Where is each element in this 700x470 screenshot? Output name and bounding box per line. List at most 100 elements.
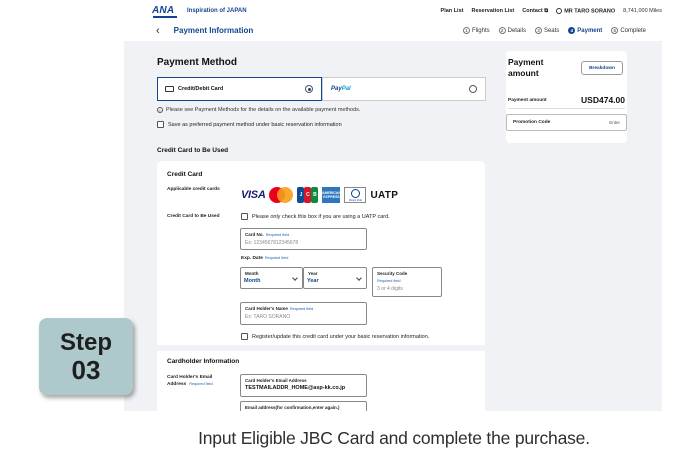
card-number-label: Card No. Required field <box>245 232 289 237</box>
step-label: Details <box>507 27 526 34</box>
step-badge-word: Step <box>59 328 112 356</box>
uatp-logo: UATP <box>370 189 399 201</box>
user-icon <box>556 7 563 14</box>
security-code-label: Security Code <box>377 271 408 276</box>
cardholder-email-field[interactable]: Card Holder's Email Address TESTMAILADDR… <box>240 374 367 397</box>
security-code-field[interactable]: Security Code Required field 3 or 4 digi… <box>372 267 442 297</box>
payment-amount-title: Payment amount <box>508 57 544 78</box>
register-card-checkbox[interactable] <box>241 333 248 340</box>
promotion-code-label: Promotion Code <box>513 120 551 125</box>
payment-amount-label: Payment amount <box>508 97 547 103</box>
chevron-down-icon <box>356 275 362 281</box>
save-preferred-row: Save as preferred payment method under b… <box>157 121 342 128</box>
visa-logo: VISA <box>241 189 266 201</box>
ana-logo[interactable]: ANA <box>152 5 177 18</box>
step-label: Complete <box>620 27 646 34</box>
card-number-placeholder: Ex: 1234567812345678 <box>245 240 299 246</box>
jcb-logo: J C B <box>297 187 319 203</box>
section-divider <box>157 345 485 351</box>
step-payment: 4 Payment <box>568 27 602 34</box>
step-number: 3 <box>534 27 542 34</box>
breakdown-button[interactable]: Breakdown <box>581 61 623 75</box>
card-holder-name-placeholder: Ex: TARO SORANO <box>245 314 291 320</box>
credit-card-heading: Credit Card <box>167 171 203 178</box>
save-preferred-label: Save as preferred payment method under b… <box>168 121 342 128</box>
step-complete: 5 Complete <box>611 27 646 34</box>
step-label: Seats <box>543 27 560 34</box>
cardholder-email-label-line1: Card Holder's Email <box>167 375 213 380</box>
info-icon: i <box>157 107 163 113</box>
year-select[interactable]: Year Year <box>303 267 367 289</box>
jcb-letter-j: J <box>297 187 305 203</box>
card-holder-name-field[interactable]: Card Holder's Name Required field Ex: TAR… <box>240 302 367 325</box>
jcb-letter-b: B <box>311 187 319 203</box>
exp-date-label-text: Exp. Date <box>241 256 263 261</box>
page-header: ‹ Payment Information 1 Flights 2 Details … <box>124 20 662 41</box>
required-marker: Required field <box>377 279 401 283</box>
logo-text: ANA <box>152 4 175 16</box>
month-select[interactable]: Month Month <box>240 267 303 289</box>
amex-logo: AMERICAN EXPRESS <box>322 187 341 203</box>
cardholder-email-value: TESTMAILADDR_HOME@asp-kk.co.jp <box>245 385 346 391</box>
mastercard-logo <box>269 187 294 203</box>
contact-link[interactable]: Contact ⧉ <box>522 8 548 15</box>
user-menu[interactable]: MR TARO SORANO <box>556 7 615 14</box>
summary-divider <box>508 108 625 109</box>
cardholder-email-label-line2: Address Required field <box>167 381 213 388</box>
step-number: 2 <box>498 27 506 34</box>
paypal-logo: PayPal <box>331 86 351 92</box>
reservation-list-link[interactable]: Reservation List <box>471 8 514 14</box>
payment-methods-info: i Please see Payment Methods for the det… <box>157 107 360 113</box>
required-marker: Required field <box>265 233 290 237</box>
cardholder-email-field-label: Card Holder's Email Address <box>245 378 307 383</box>
top-links: Plan List Reservation List Contact ⧉ MR … <box>441 8 662 15</box>
credit-card-icon <box>165 86 174 92</box>
payment-methods-info-text[interactable]: Please see Payment Methods for the detai… <box>166 107 360 113</box>
step-number: 1 <box>462 27 470 34</box>
diners-club-logo: Diners Club <box>344 187 367 203</box>
uatp-checkbox[interactable] <box>241 213 248 220</box>
applicable-cards-label: Applicable credit cards <box>167 187 220 192</box>
paypal-radio[interactable] <box>469 85 477 93</box>
paypal-option[interactable]: PayPal <box>322 77 486 101</box>
plan-list-link[interactable]: Plan List <box>441 8 464 14</box>
step-badge: Step 03 <box>39 318 133 395</box>
jcb-letter-c: C <box>304 187 312 203</box>
confirm-email-label: Email address(for confirmation,enter aga… <box>245 405 340 410</box>
chevron-down-icon <box>292 275 298 281</box>
credit-card-option-label: Credit/Debit Card <box>178 86 224 92</box>
diners-text: Diners Club <box>348 198 363 202</box>
register-card-label: Register/update this credit card under y… <box>252 333 430 340</box>
credit-card-radio[interactable] <box>305 85 313 93</box>
back-chevron-icon[interactable]: ‹ <box>156 25 160 37</box>
save-preferred-checkbox[interactable] <box>157 121 164 128</box>
top-header: ANA Inspiration of JAPAN Plan List Reser… <box>152 4 662 18</box>
contact-label: Contact <box>522 7 543 14</box>
cardholder-info-heading: Cardholder Information <box>167 358 240 365</box>
card-number-field[interactable]: Card No. Required field Ex: 1234567812345… <box>240 228 367 250</box>
required-marker: Required field <box>264 256 289 260</box>
step-number: 5 <box>611 27 619 34</box>
paypal-logo-pay: Pay <box>331 86 342 92</box>
progress-steps: 1 Flights 2 Details 3 Seats 4 Payment 5 Compl… <box>462 27 646 34</box>
card-number-label-text: Card No. <box>245 232 264 237</box>
uatp-check-row: Please only check this box if you are us… <box>241 213 390 220</box>
month-label: Month <box>245 271 259 276</box>
promotion-code-row[interactable]: Promotion Code Enter <box>506 114 627 131</box>
promotion-code-enter[interactable]: Enter <box>609 120 620 125</box>
step-label: Flights <box>471 27 490 34</box>
credit-card-panel: Credit Card Applicable credit cards VISA… <box>157 161 485 411</box>
tutorial-caption: Input Eligible JBC Card and complete the… <box>0 428 700 449</box>
exp-date-label: Exp. Date Required field <box>241 256 288 261</box>
diners-ring <box>350 188 360 198</box>
cardholder-email-label: Card Holder's Email Address Required fiel… <box>167 374 213 388</box>
external-link-icon: ⧉ <box>544 7 549 14</box>
required-marker: Required field <box>289 307 314 311</box>
card-holder-name-label-text: Card Holder's Name <box>245 306 288 311</box>
credit-card-option[interactable]: Credit/Debit Card <box>157 77 322 101</box>
caption-text: Input Eligible JBC Card and complete the… <box>198 428 590 448</box>
step-details: 2 Details <box>498 27 526 34</box>
uatp-check-label: Please only check this box if you are us… <box>252 213 390 220</box>
confirm-email-field[interactable]: Email address(for confirmation,enter aga… <box>240 401 367 411</box>
payment-summary-card: Payment amount Breakdown Payment amount … <box>506 51 627 143</box>
